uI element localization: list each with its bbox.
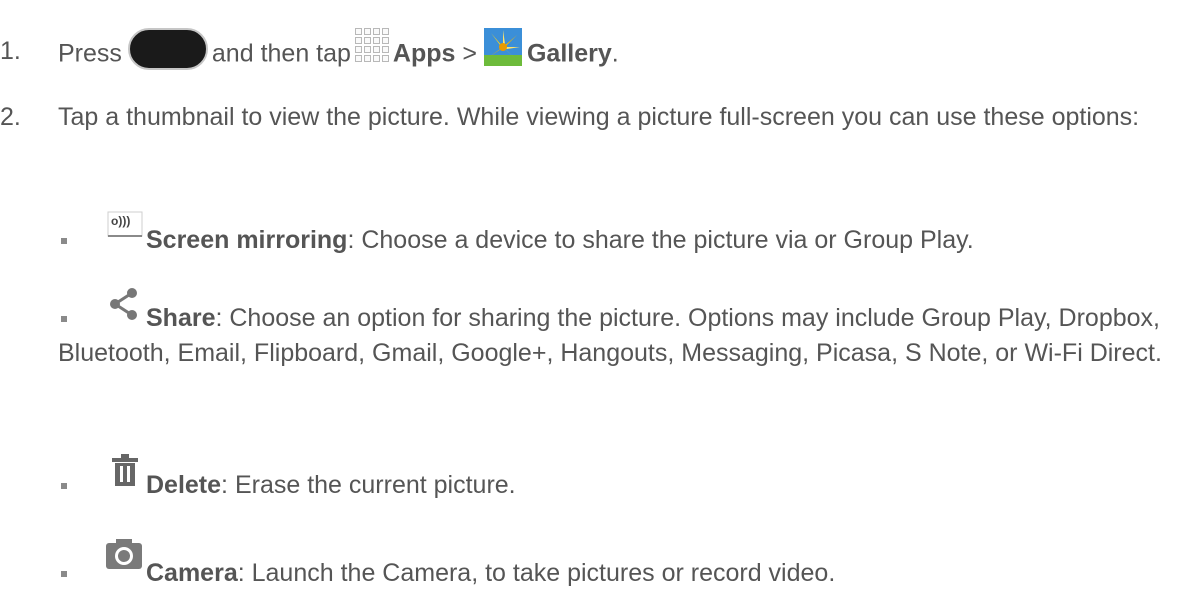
option-label: Share: [146, 304, 216, 332]
bullet-dot: [61, 483, 67, 489]
option-text: Share: Choose an option for sharing the …: [58, 301, 1194, 371]
step-text: Tap a thumbnail to view the picture. Whi…: [58, 103, 1140, 131]
press-text: Press: [58, 39, 122, 68]
home-key-icon: [127, 28, 208, 70]
option-text: Screen mirroring: Choose a device to sha…: [146, 223, 1194, 258]
apps-grid-icon: [354, 28, 389, 62]
option-desc: : Choose an option for sharing the pictu…: [58, 304, 1162, 367]
trash-icon: [112, 454, 138, 486]
gallery-label: Gallery: [526, 39, 612, 68]
option-desc: : Choose a device to share the picture v…: [347, 226, 974, 254]
separator: >: [462, 39, 477, 68]
step-text: Press and then tap Apps > Gallery.: [58, 28, 1190, 76]
screen-mirroring-icon: o))): [107, 211, 143, 237]
period: .: [611, 39, 619, 68]
option-label: Delete: [146, 471, 222, 499]
option-desc: : Launch the Camera, to take pictures or…: [237, 559, 836, 587]
camera-icon: [106, 539, 142, 569]
option-desc: : Erase the current picture.: [221, 471, 516, 499]
step-number: 2.: [0, 103, 21, 131]
apps-label: Apps: [392, 39, 456, 68]
step-number: 1.: [0, 37, 21, 65]
option-text: Camera: Launch the Camera, to take pictu…: [146, 556, 1194, 591]
bullet-dot: [61, 238, 67, 244]
option-label: Camera: [146, 559, 238, 587]
option-label: Screen mirroring: [146, 226, 348, 254]
option-text: Delete: Erase the current picture.: [146, 468, 1194, 503]
svg-text:o))): o))): [111, 214, 130, 228]
and-then-tap-text: and then tap: [211, 39, 351, 68]
bullet-dot: [61, 571, 67, 577]
gallery-icon: [483, 28, 522, 66]
